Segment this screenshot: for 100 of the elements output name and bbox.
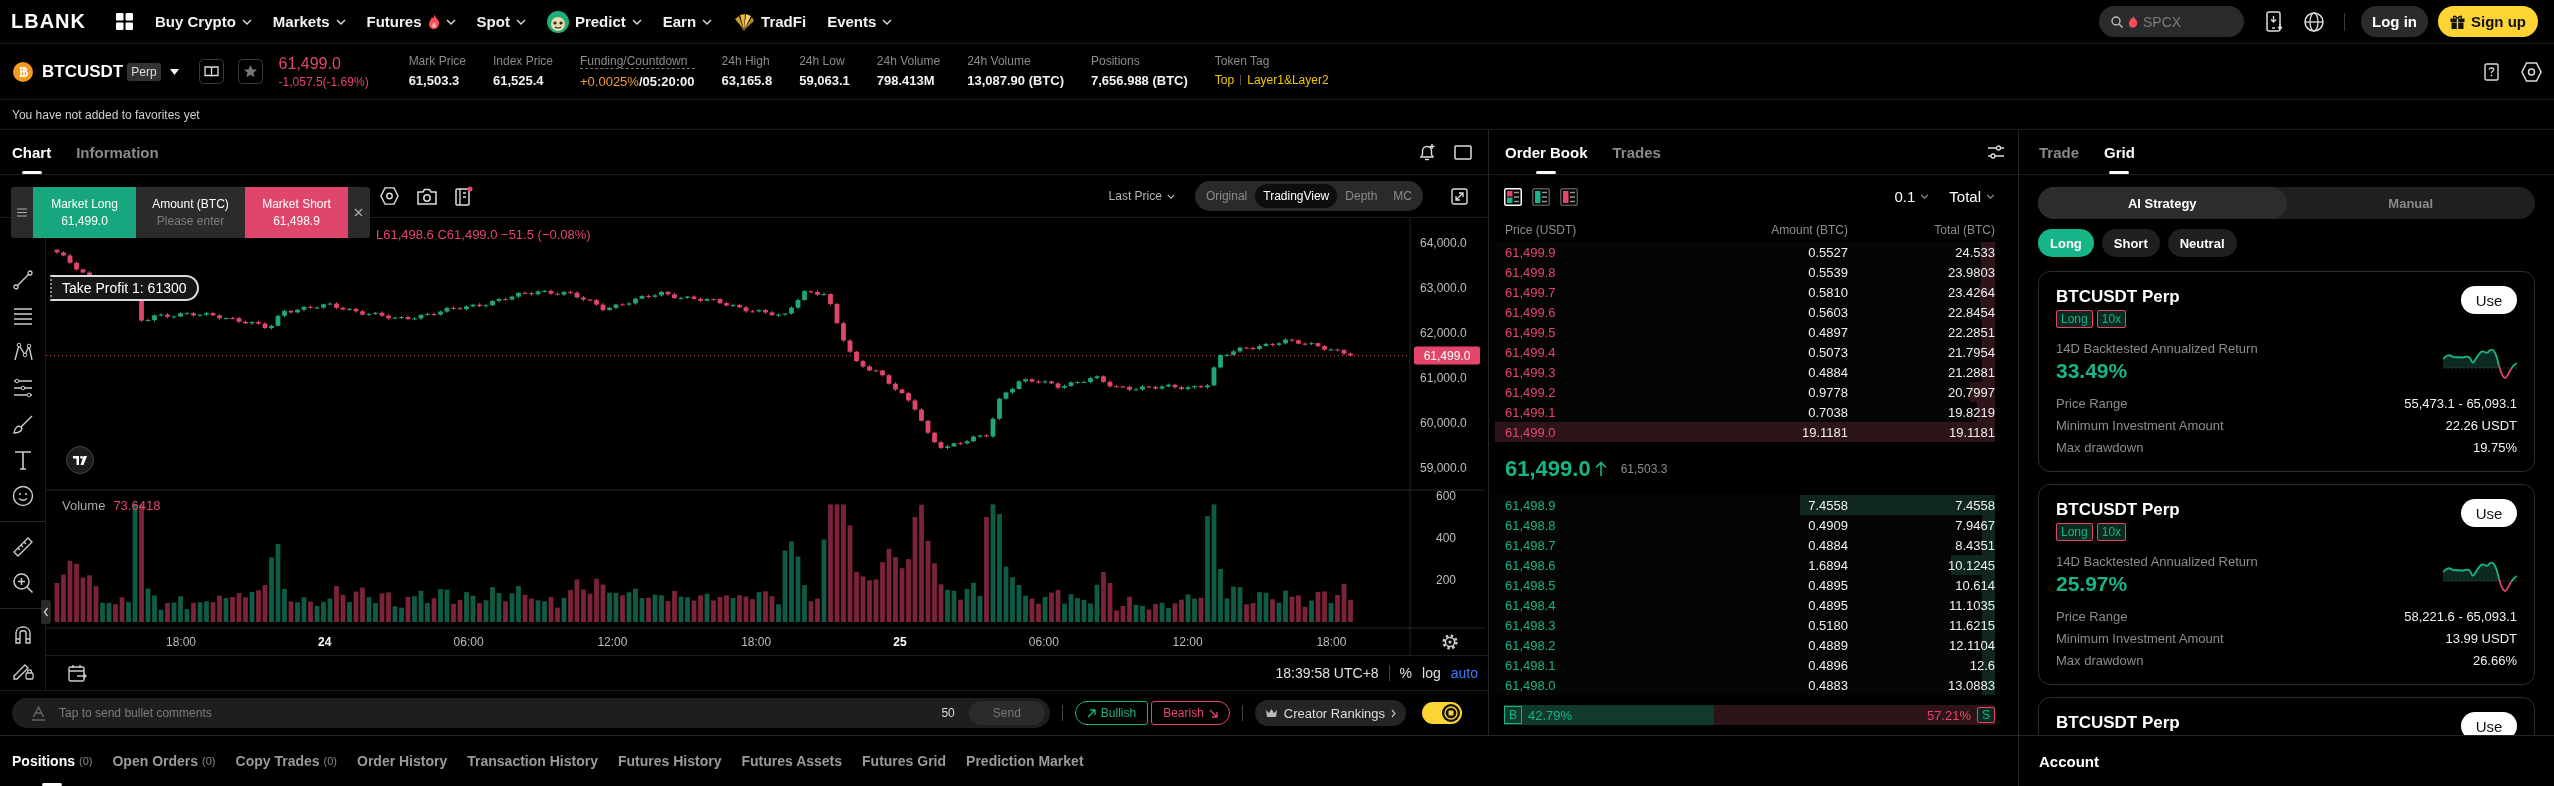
drag-handle-icon[interactable] xyxy=(17,208,27,217)
chart-view-option[interactable]: Depth xyxy=(1337,184,1386,208)
help-doc-icon[interactable] xyxy=(2484,62,2499,81)
scale-option[interactable]: auto xyxy=(1450,665,1478,681)
order-book-row[interactable]: 61,498.8 0.4909 7.9467 xyxy=(1495,515,1995,535)
order-book-row[interactable]: 61,499.6 0.5603 22.8454 xyxy=(1495,302,1995,322)
nav-menu-item[interactable]: TradFi xyxy=(733,12,807,31)
use-button[interactable]: Use xyxy=(2461,499,2517,527)
strategy-mode-option[interactable]: AI Strategy xyxy=(2038,187,2287,219)
order-book-row[interactable]: 61,499.4 0.5073 21.7954 xyxy=(1495,342,1995,362)
positions-tab[interactable]: Transaction History xyxy=(467,736,598,786)
phone-download-icon[interactable] xyxy=(2266,11,2284,32)
nav-menu-item[interactable]: Markets xyxy=(272,13,346,30)
positions-tab[interactable]: Futures History xyxy=(617,736,722,786)
order-book-row[interactable]: 61,499.2 0.9778 20.7997 xyxy=(1495,382,1995,402)
amount-input[interactable]: Please enter xyxy=(150,214,231,228)
order-book-row[interactable]: 61,498.9 7.4558 7.4558 xyxy=(1495,495,1995,515)
token-tag[interactable]: Layer1&Layer2 xyxy=(1247,73,1329,87)
asks-layout-icon[interactable] xyxy=(1560,187,1578,206)
order-book-tab[interactable]: Trades xyxy=(1612,130,1661,174)
order-book-row[interactable]: 61,499.8 0.5539 23.9803 xyxy=(1495,262,1995,282)
order-book-row[interactable]: 61,499.1 0.7038 19.8219 xyxy=(1495,402,1995,422)
direction-chip[interactable]: Short xyxy=(2101,229,2160,257)
order-book-row[interactable]: 61,498.6 1.6894 10.1245 xyxy=(1495,555,1995,575)
order-book-row[interactable]: 61,498.7 0.4884 8.4351 xyxy=(1495,535,1995,555)
camera-icon[interactable] xyxy=(417,187,437,205)
horizontal-lines-icon[interactable] xyxy=(11,305,34,327)
positions-tab[interactable]: Futures Assets xyxy=(741,736,843,786)
order-book-row[interactable]: 61,499.7 0.5810 23.4264 xyxy=(1495,282,1995,302)
calendar-icon[interactable] xyxy=(68,663,87,683)
settings-icon[interactable] xyxy=(1442,634,1458,650)
market-short-button[interactable]: Market Short 61,498.9 xyxy=(245,187,348,238)
logo-badge-icon[interactable] xyxy=(66,446,94,474)
order-book-row[interactable]: 61,498.2 0.4889 12.1104 xyxy=(1495,635,1995,655)
trade-panel-tab[interactable]: Trade xyxy=(2039,130,2080,174)
caret-down-icon[interactable] xyxy=(169,68,179,75)
trend-line-icon[interactable] xyxy=(11,269,34,291)
logo[interactable]: LBANK xyxy=(11,10,86,33)
precision-select[interactable]: 0.1 xyxy=(1894,188,1930,205)
order-book-row[interactable]: 61,498.3 0.5180 11.6215 xyxy=(1495,615,1995,635)
take-profit-label[interactable]: Take Profit 1: 61300 xyxy=(50,275,199,301)
signup-button[interactable]: Sign up xyxy=(2438,6,2538,37)
order-book-row[interactable]: 61,498.1 0.4896 12.6 xyxy=(1495,655,1995,675)
emoji-icon[interactable] xyxy=(11,485,34,507)
chart-view-option[interactable]: MC xyxy=(1385,184,1420,208)
nav-menu-item[interactable]: Futures xyxy=(366,13,456,30)
chart-view-option[interactable]: TradingView xyxy=(1255,184,1338,208)
chart-view-option[interactable]: Original xyxy=(1197,184,1256,208)
use-button[interactable]: Use xyxy=(2461,712,2517,735)
login-button[interactable]: Log in xyxy=(2361,6,2428,37)
scale-option[interactable]: % xyxy=(1399,665,1413,681)
settings-icon[interactable] xyxy=(380,187,399,205)
trade-panel-tab[interactable]: Grid xyxy=(2104,130,2135,174)
use-button[interactable]: Use xyxy=(2461,286,2517,314)
order-book-row[interactable]: 61,499.9 0.5527 24.533 xyxy=(1495,242,1995,262)
alarm-add-icon[interactable] xyxy=(1418,143,1436,161)
order-book-row[interactable]: 61,498.4 0.4895 11.1035 xyxy=(1495,595,1995,615)
brush-icon[interactable] xyxy=(11,413,34,435)
display-mode-select[interactable]: Total xyxy=(1949,188,1995,205)
chart-tab[interactable]: Chart xyxy=(12,130,52,174)
window-icon[interactable] xyxy=(1454,144,1472,160)
zoom-in-icon[interactable] xyxy=(11,572,34,594)
nav-menu-item[interactable]: Spot xyxy=(476,13,526,30)
pattern-icon[interactable] xyxy=(11,341,34,363)
stat-label[interactable]: Funding/Countdown xyxy=(580,54,695,69)
order-book-row[interactable]: 61,499.5 0.4897 22.2851 xyxy=(1495,322,1995,342)
order-book-row[interactable]: 61,499.3 0.4884 21.2881 xyxy=(1495,362,1995,382)
book-icon[interactable] xyxy=(198,59,224,84)
bullet-comments-toggle[interactable] xyxy=(1422,702,1462,724)
price-source-select[interactable]: Last Price xyxy=(1108,189,1175,203)
positions-tab[interactable]: Positions (0) xyxy=(12,736,93,786)
creator-rankings-button[interactable]: Creator Rankings xyxy=(1254,700,1406,726)
comment-input[interactable]: Tap to send bullet comments xyxy=(59,706,928,720)
comment-field[interactable]: Tap to send bullet comments 50 Send xyxy=(12,698,1050,728)
order-book-row[interactable]: 61,498.5 0.4895 10.614 xyxy=(1495,575,1995,595)
chart-tab[interactable]: Information xyxy=(76,130,159,174)
settings-icon[interactable] xyxy=(2521,61,2542,82)
globe-icon[interactable] xyxy=(2304,11,2324,32)
strategy-mode-option[interactable]: Manual xyxy=(2286,187,2535,219)
positions-tab[interactable]: Futures Grid xyxy=(862,736,947,786)
sliders-icon[interactable] xyxy=(1988,145,2004,159)
positions-tab[interactable]: Prediction Market xyxy=(966,736,1084,786)
search-field[interactable]: SPCX xyxy=(2099,6,2244,37)
direction-chip[interactable]: Neutral xyxy=(2167,229,2237,257)
positions-tab[interactable]: Order History xyxy=(357,736,448,786)
order-book-tab[interactable]: Order Book xyxy=(1505,130,1588,174)
nav-menu-item[interactable]: Buy Crypto xyxy=(155,13,252,30)
nav-menu-item[interactable]: Earn xyxy=(662,13,713,30)
scale-option[interactable]: log xyxy=(1422,665,1441,681)
nav-menu-item[interactable]: Predict xyxy=(546,10,642,33)
order-book-row[interactable]: 61,498.0 0.4883 13.0883 xyxy=(1495,675,1995,695)
collapse-icon[interactable] xyxy=(41,600,51,624)
token-tag[interactable]: Top xyxy=(1214,73,1235,87)
text-style-icon[interactable] xyxy=(32,705,45,721)
expand-icon[interactable] xyxy=(1451,187,1468,205)
search-input[interactable]: SPCX xyxy=(2143,13,2233,30)
bids-layout-icon[interactable] xyxy=(1532,187,1550,206)
split-layout-icon[interactable] xyxy=(1504,187,1522,206)
close-icon[interactable] xyxy=(354,208,363,217)
positions-tab[interactable]: Open Orders (0) xyxy=(112,736,216,786)
